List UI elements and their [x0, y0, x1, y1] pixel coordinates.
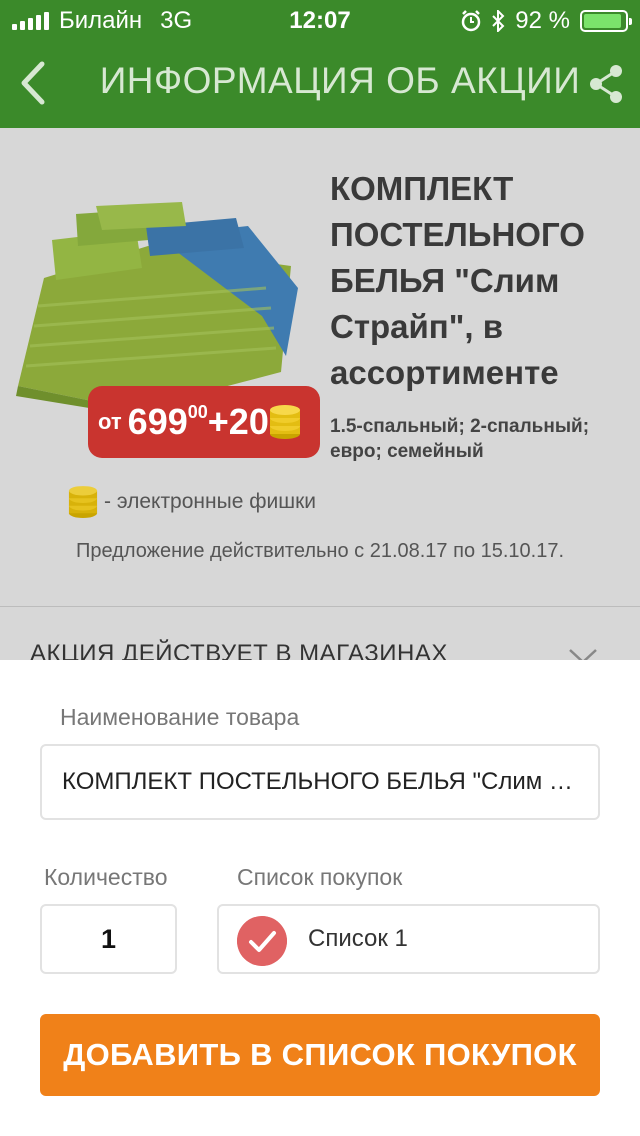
quantity-field[interactable]: 1 — [40, 904, 177, 974]
share-icon[interactable] — [586, 62, 626, 106]
nav-bar: ИНФОРМАЦИЯ ОБ АКЦИИ — [0, 40, 640, 128]
shopping-list-value: Список 1 — [308, 925, 408, 952]
chips-legend: - электронные фишки — [68, 484, 316, 520]
status-bar: Билайн 3G 12:07 92 % — [0, 0, 640, 40]
alarm-icon — [462, 10, 481, 32]
product-name-value: КОМПЛЕКТ ПОСТЕЛЬНОГО БЕЛЬЯ "Слим Страйп"… — [62, 768, 582, 795]
product-title: КОМПЛЕКТ ПОСТЕЛЬНОГО БЕЛЬЯ "Слим Страйп"… — [330, 170, 585, 391]
offer-period: Предложение действительно с 21.08.17 по … — [75, 540, 565, 562]
price-main: 699 — [127, 401, 188, 442]
page-title: ИНФОРМАЦИЯ ОБ АКЦИИ — [99, 60, 581, 101]
battery-fill — [584, 14, 621, 28]
coins-icon — [68, 486, 98, 518]
product-name-field[interactable]: КОМПЛЕКТ ПОСТЕЛЬНОГО БЕЛЬЯ "Слим Страйп"… — [40, 744, 600, 820]
price-prefix: от — [98, 409, 122, 434]
product-image[interactable] — [16, 196, 302, 416]
price-badge: от 699 00 +20 — [88, 386, 320, 458]
checkmark-circle-icon — [237, 916, 287, 966]
quantity-value: 1 — [100, 924, 117, 954]
battery-icon — [580, 10, 632, 32]
product-variants: 1.5-спальный; 2-спальный; евро; семейный — [330, 416, 590, 462]
price-chips: +20 — [207, 401, 269, 442]
promo-content: от 699 00 +20 КОМПЛЕКТ ПОСТЕЛЬНОГО БЕЛЬЯ … — [0, 128, 640, 667]
bluetooth-icon — [492, 10, 505, 32]
coins-icon — [269, 405, 300, 439]
battery-percent: 92 % — [515, 7, 570, 34]
divider — [0, 606, 640, 607]
add-to-list-sheet: Наименование товара КОМПЛЕКТ ПОСТЕЛЬНОГО… — [0, 660, 640, 1136]
quantity-label: Количество — [44, 864, 168, 890]
name-label: Наименование товара — [60, 704, 300, 730]
shopping-list-select[interactable]: Список 1 — [217, 904, 600, 974]
add-to-list-button[interactable]: ДОБАВИТЬ В СПИСОК ПОКУПОК — [40, 1014, 600, 1096]
price-cents: 00 — [187, 401, 208, 422]
shopping-list-label: Список покупок — [237, 864, 403, 890]
status-right: 92 % — [461, 7, 632, 35]
chips-legend-text: - электронные фишки — [104, 490, 316, 513]
chevron-left-icon[interactable] — [14, 58, 54, 108]
